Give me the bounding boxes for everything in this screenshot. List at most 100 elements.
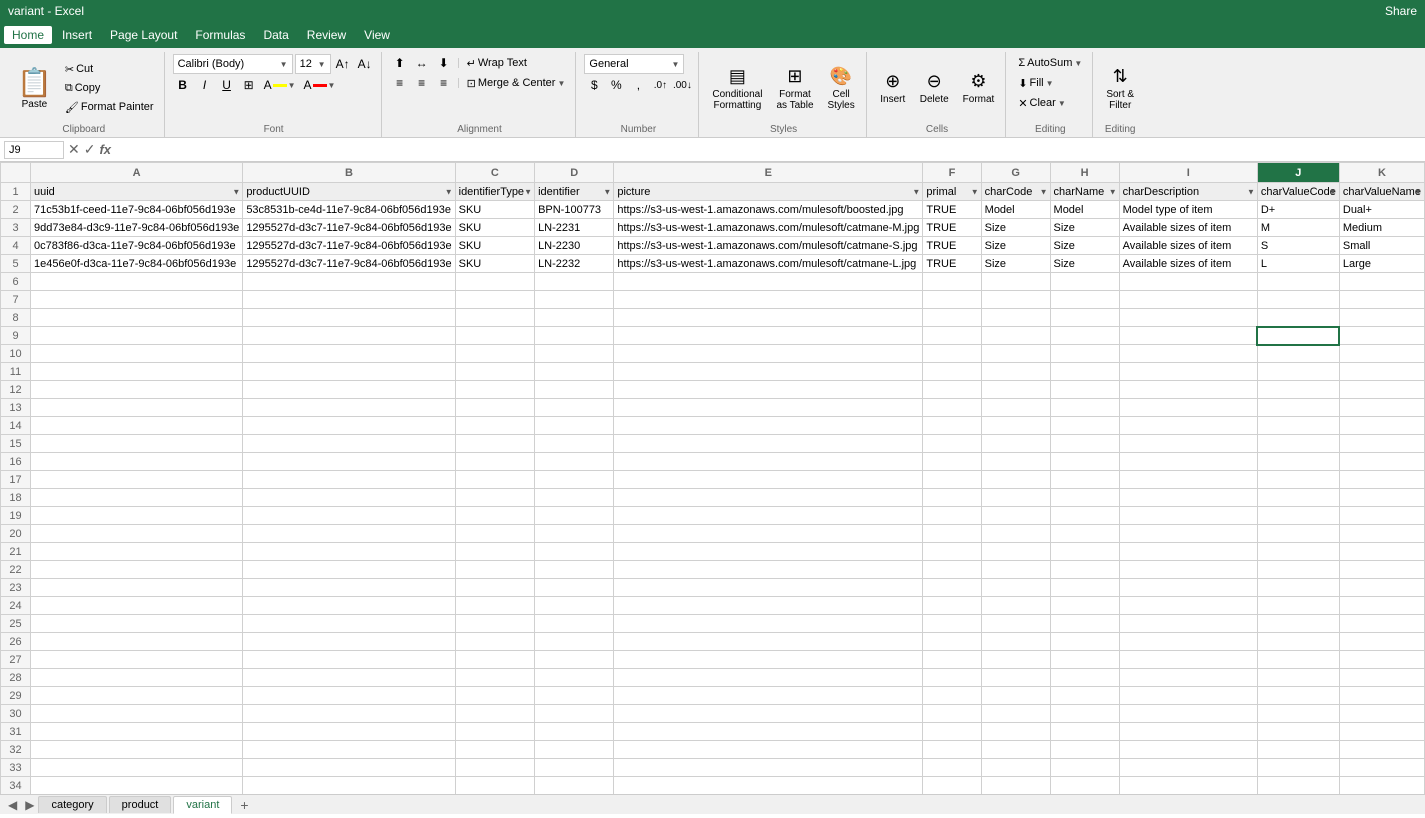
list-item[interactable] <box>31 345 243 363</box>
list-item[interactable]: https://s3-us-west-1.amazonaws.com/mules… <box>614 237 923 255</box>
paste-button[interactable]: 📋 Paste <box>10 60 59 116</box>
list-item[interactable]: LN-2232 <box>535 255 614 273</box>
list-item[interactable] <box>455 273 534 291</box>
list-item[interactable] <box>243 705 455 723</box>
list-item[interactable] <box>923 399 981 417</box>
list-item[interactable] <box>1050 687 1119 705</box>
list-item[interactable] <box>614 471 923 489</box>
list-item[interactable] <box>243 417 455 435</box>
list-item[interactable] <box>923 363 981 381</box>
list-item[interactable] <box>981 327 1050 345</box>
list-item[interactable] <box>614 651 923 669</box>
list-item[interactable] <box>455 381 534 399</box>
list-item[interactable] <box>614 435 923 453</box>
list-item[interactable] <box>1119 273 1257 291</box>
list-item[interactable] <box>981 489 1050 507</box>
list-item[interactable] <box>1257 489 1339 507</box>
currency-button[interactable]: $ <box>584 76 604 94</box>
list-item[interactable] <box>981 309 1050 327</box>
increase-font-button[interactable]: A↑ <box>333 55 353 73</box>
tab-prev-button[interactable]: ◀ <box>4 798 21 812</box>
font-size-selector[interactable]: 12 ▼ <box>295 54 331 74</box>
list-item[interactable] <box>1050 273 1119 291</box>
list-item[interactable] <box>923 381 981 399</box>
col-header-f[interactable]: F <box>923 163 981 183</box>
list-item[interactable]: Size <box>1050 219 1119 237</box>
list-item[interactable] <box>1119 741 1257 759</box>
list-item[interactable] <box>981 417 1050 435</box>
list-item[interactable] <box>1339 291 1424 309</box>
list-item[interactable] <box>455 705 534 723</box>
menu-insert[interactable]: Insert <box>54 26 100 44</box>
list-item[interactable] <box>1050 561 1119 579</box>
list-item[interactable] <box>1119 399 1257 417</box>
list-item[interactable] <box>535 543 614 561</box>
font-color-button[interactable]: A ▼ <box>301 76 339 94</box>
list-item[interactable] <box>1050 381 1119 399</box>
list-item[interactable] <box>1050 759 1119 777</box>
list-item[interactable] <box>1257 363 1339 381</box>
list-item[interactable] <box>1339 381 1424 399</box>
menu-view[interactable]: View <box>356 26 398 44</box>
list-item[interactable] <box>614 633 923 651</box>
list-item[interactable] <box>923 309 981 327</box>
list-item[interactable] <box>1257 309 1339 327</box>
list-item[interactable]: Model type of item <box>1119 201 1257 219</box>
list-item[interactable] <box>243 453 455 471</box>
list-item[interactable] <box>981 471 1050 489</box>
list-item[interactable] <box>1339 453 1424 471</box>
list-item[interactable]: SKU <box>455 255 534 273</box>
list-item[interactable] <box>923 615 981 633</box>
list-item[interactable] <box>1257 381 1339 399</box>
list-item[interactable]: LN-2231 <box>535 219 614 237</box>
list-item[interactable] <box>243 651 455 669</box>
list-item[interactable] <box>243 471 455 489</box>
list-item[interactable] <box>243 543 455 561</box>
list-item[interactable]: picture▼ <box>614 183 923 201</box>
list-item[interactable] <box>1119 687 1257 705</box>
list-item[interactable] <box>455 309 534 327</box>
list-item[interactable] <box>1050 651 1119 669</box>
list-item[interactable] <box>31 273 243 291</box>
list-item[interactable] <box>31 507 243 525</box>
list-item[interactable] <box>1257 615 1339 633</box>
list-item[interactable] <box>31 309 243 327</box>
list-item[interactable] <box>455 597 534 615</box>
list-item[interactable] <box>535 633 614 651</box>
list-item[interactable] <box>1050 705 1119 723</box>
fill-button[interactable]: ⬇ Fill ▼ <box>1014 74 1057 92</box>
list-item[interactable] <box>614 399 923 417</box>
list-item[interactable] <box>1050 399 1119 417</box>
list-item[interactable] <box>1119 633 1257 651</box>
list-item[interactable] <box>1119 489 1257 507</box>
list-item[interactable] <box>31 669 243 687</box>
list-item[interactable] <box>614 525 923 543</box>
list-item[interactable] <box>455 579 534 597</box>
list-item[interactable] <box>923 741 981 759</box>
cell-ref-box[interactable]: J9 <box>4 141 64 159</box>
list-item[interactable] <box>455 489 534 507</box>
list-item[interactable] <box>981 345 1050 363</box>
list-item[interactable] <box>535 507 614 525</box>
list-item[interactable] <box>31 363 243 381</box>
list-item[interactable] <box>31 489 243 507</box>
list-item[interactable] <box>923 579 981 597</box>
menu-formulas[interactable]: Formulas <box>187 26 253 44</box>
list-item[interactable]: Size <box>1050 237 1119 255</box>
list-item[interactable] <box>981 543 1050 561</box>
list-item[interactable] <box>981 669 1050 687</box>
list-item[interactable] <box>614 669 923 687</box>
list-item[interactable] <box>1050 435 1119 453</box>
list-item[interactable] <box>31 705 243 723</box>
list-item[interactable] <box>1050 579 1119 597</box>
list-item[interactable] <box>1257 651 1339 669</box>
format-button[interactable]: ⚙ Format <box>958 60 1000 116</box>
list-item[interactable] <box>31 561 243 579</box>
comma-button[interactable]: , <box>628 76 648 94</box>
list-item[interactable]: S <box>1257 237 1339 255</box>
wrap-text-button[interactable]: ↵ Wrap Text <box>463 54 531 72</box>
list-item[interactable]: Dual+ <box>1339 201 1424 219</box>
formula-cancel-button[interactable]: ✕ <box>68 141 80 158</box>
list-item[interactable] <box>981 525 1050 543</box>
list-item[interactable] <box>1257 633 1339 651</box>
